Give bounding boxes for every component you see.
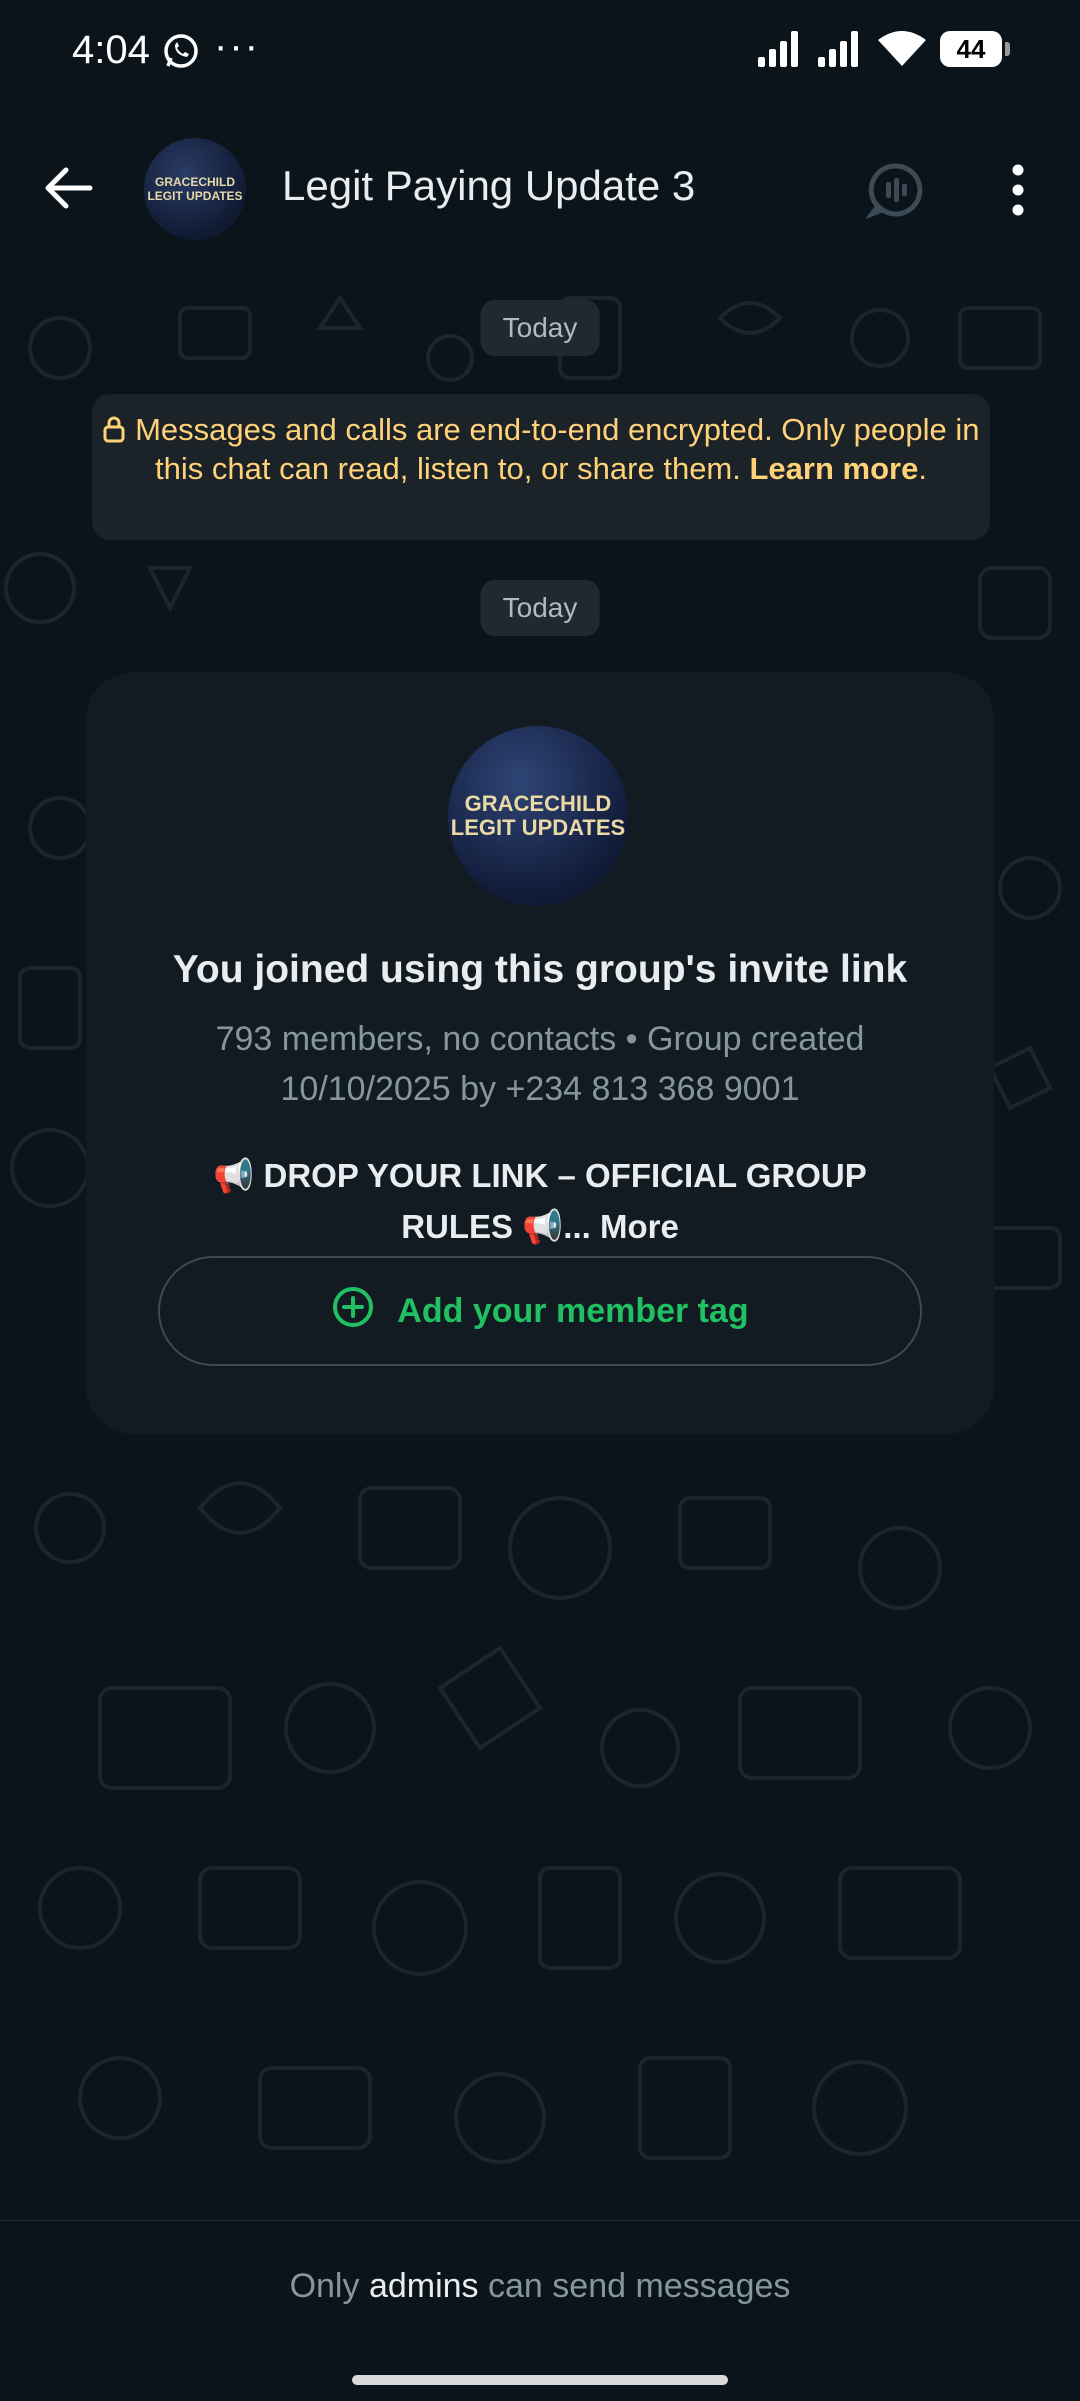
lock-icon <box>102 412 135 447</box>
chat-header: GRACECHILD LEGIT UPDATES Legit Paying Up… <box>0 110 1080 269</box>
footer-prefix: Only <box>289 2267 360 2305</box>
whatsapp-notification-icon <box>162 32 200 75</box>
date-chip: Today <box>480 300 600 356</box>
group-title[interactable]: Legit Paying Update 3 <box>282 162 695 210</box>
avatar-text-line1: GRACECHILD <box>464 791 612 816</box>
footer-bar: Only admins can send messages <box>0 2220 1080 2401</box>
plus-circle-icon <box>331 1285 375 1338</box>
group-info-card: GRACECHILD LEGIT UPDATES You joined usin… <box>86 672 994 1434</box>
avatar-text-line2: LEGIT UPDATES <box>450 815 626 840</box>
signal-icon <box>758 31 798 67</box>
joined-title: You joined using this group's invite lin… <box>172 948 908 991</box>
learn-more-link[interactable]: Learn more <box>750 451 919 486</box>
more-link[interactable]: More <box>600 1208 679 1245</box>
admins-link[interactable]: admins <box>369 2267 479 2305</box>
add-member-tag-label: Add your member tag <box>397 1291 749 1330</box>
add-member-tag-button[interactable]: Add your member tag <box>158 1256 922 1366</box>
group-description: 📢 DROP YOUR LINK – OFFICIAL GROUP RULES … <box>166 1150 914 1252</box>
description-text: 📢 DROP YOUR LINK – OFFICIAL GROUP RULES … <box>213 1157 867 1245</box>
admins-only-notice: Only admins can send messages <box>0 2267 1080 2306</box>
signal-icon-2 <box>818 31 858 67</box>
avatar-text-line2: LEGIT UPDATES <box>147 189 243 203</box>
status-time: 4:04 <box>72 28 150 72</box>
home-indicator[interactable] <box>352 2375 728 2385</box>
footer-suffix: can send messages <box>488 2267 791 2305</box>
status-icons: 44 <box>758 30 1010 68</box>
group-avatar-large[interactable]: GRACECHILD LEGIT UPDATES <box>448 726 628 906</box>
group-avatar[interactable]: GRACECHILD LEGIT UPDATES <box>144 138 246 240</box>
group-meta: 793 members, no contacts • Group created… <box>215 1020 865 1108</box>
encryption-end: . <box>918 451 927 486</box>
voice-chat-icon[interactable] <box>864 160 926 225</box>
encryption-notice[interactable]: Messages and calls are end-to-end encryp… <box>92 394 990 540</box>
more-notifications-icon: ··· <box>214 24 260 68</box>
back-arrow-icon[interactable] <box>40 160 96 216</box>
battery-icon: 44 <box>940 31 1010 67</box>
date-chip: Today <box>480 580 600 636</box>
avatar-text-line1: GRACECHILD <box>155 175 235 189</box>
more-options-icon[interactable] <box>1004 164 1032 221</box>
status-bar: 4:04 ··· 44 <box>0 0 1080 110</box>
wifi-icon <box>878 31 926 66</box>
